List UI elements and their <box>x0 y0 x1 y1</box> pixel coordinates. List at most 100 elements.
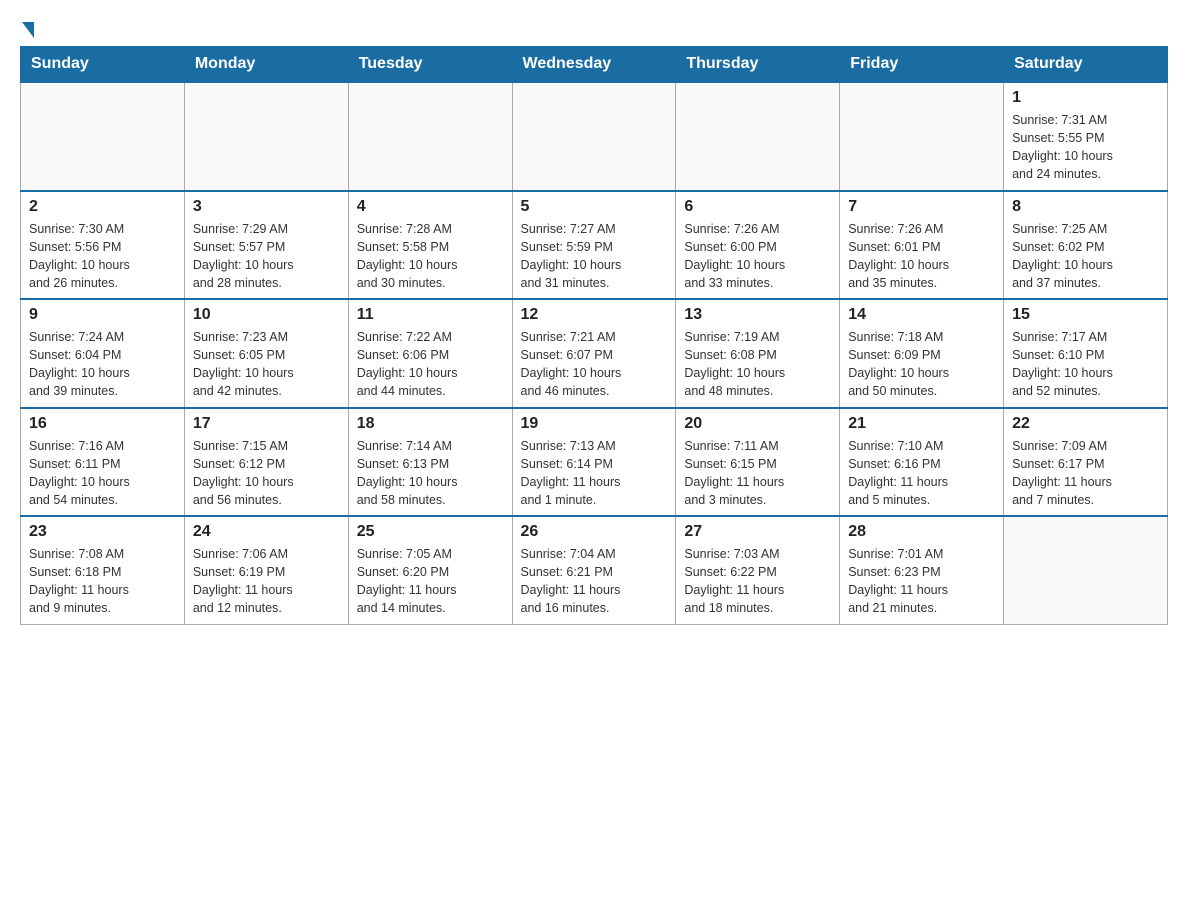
day-number: 2 <box>29 198 176 216</box>
calendar-cell: 12 Sunrise: 7:21 AM Sunset: 6:07 PM Dayli… <box>512 299 676 408</box>
calendar-week-row: 23 Sunrise: 7:08 AM Sunset: 6:18 PM Dayli… <box>21 516 1168 624</box>
calendar-cell: 15Sunrise: 7:17 AM Sunset: 6:10 PM Dayli… <box>1004 299 1168 408</box>
calendar-cell: 22 Sunrise: 7:09 AM Sunset: 6:17 PM Dayli… <box>1004 408 1168 517</box>
day-info: Sunrise: 7:09 AM Sunset: 6:17 PM Dayligh… <box>1012 437 1159 510</box>
day-info: Sunrise: 7:19 AM Sunset: 6:08 PM Dayligh… <box>684 328 831 401</box>
day-number: 24 <box>193 523 340 541</box>
weekday-header-saturday: Saturday <box>1004 47 1168 83</box>
calendar-week-row: 1 Sunrise: 7:31 AM Sunset: 5:55 PM Daylig… <box>21 82 1168 191</box>
calendar-cell: 17 Sunrise: 7:15 AM Sunset: 6:12 PM Dayli… <box>184 408 348 517</box>
day-number: 5 <box>521 198 668 216</box>
day-info: Sunrise: 7:18 AM Sunset: 6:09 PM Dayligh… <box>848 328 995 401</box>
logo-arrow-icon <box>22 22 34 38</box>
calendar-cell: 9 Sunrise: 7:24 AM Sunset: 6:04 PM Daylig… <box>21 299 185 408</box>
calendar-cell: 10 Sunrise: 7:23 AM Sunset: 6:05 PM Dayli… <box>184 299 348 408</box>
day-number: 4 <box>357 198 504 216</box>
calendar-cell: 28 Sunrise: 7:01 AM Sunset: 6:23 PM Dayli… <box>840 516 1004 624</box>
day-info: Sunrise: 7:21 AM Sunset: 6:07 PM Dayligh… <box>521 328 668 401</box>
logo <box>20 20 36 36</box>
calendar-cell: 8Sunrise: 7:25 AM Sunset: 6:02 PM Daylig… <box>1004 191 1168 300</box>
weekday-header-wednesday: Wednesday <box>512 47 676 83</box>
calendar-table: SundayMondayTuesdayWednesdayThursdayFrid… <box>20 46 1168 625</box>
weekday-header-friday: Friday <box>840 47 1004 83</box>
day-info: Sunrise: 7:01 AM Sunset: 6:23 PM Dayligh… <box>848 545 995 618</box>
day-number: 17 <box>193 415 340 433</box>
calendar-cell: 3 Sunrise: 7:29 AM Sunset: 5:57 PM Daylig… <box>184 191 348 300</box>
calendar-week-row: 16 Sunrise: 7:16 AM Sunset: 6:11 PM Dayli… <box>21 408 1168 517</box>
day-info: Sunrise: 7:26 AM Sunset: 6:01 PM Dayligh… <box>848 220 995 293</box>
calendar-cell <box>676 82 840 191</box>
day-info: Sunrise: 7:29 AM Sunset: 5:57 PM Dayligh… <box>193 220 340 293</box>
day-number: 16 <box>29 415 176 433</box>
day-info: Sunrise: 7:27 AM Sunset: 5:59 PM Dayligh… <box>521 220 668 293</box>
day-info: Sunrise: 7:04 AM Sunset: 6:21 PM Dayligh… <box>521 545 668 618</box>
calendar-cell: 14 Sunrise: 7:18 AM Sunset: 6:09 PM Dayli… <box>840 299 1004 408</box>
day-number: 10 <box>193 306 340 324</box>
day-number: 6 <box>684 198 831 216</box>
day-number: 7 <box>848 198 995 216</box>
calendar-cell <box>184 82 348 191</box>
day-info: Sunrise: 7:23 AM Sunset: 6:05 PM Dayligh… <box>193 328 340 401</box>
day-info: Sunrise: 7:22 AM Sunset: 6:06 PM Dayligh… <box>357 328 504 401</box>
calendar-cell: 23 Sunrise: 7:08 AM Sunset: 6:18 PM Dayli… <box>21 516 185 624</box>
day-number: 22 <box>1012 415 1159 433</box>
day-info: Sunrise: 7:06 AM Sunset: 6:19 PM Dayligh… <box>193 545 340 618</box>
day-info: Sunrise: 7:26 AM Sunset: 6:00 PM Dayligh… <box>684 220 831 293</box>
day-number: 11 <box>357 306 504 324</box>
calendar-cell <box>1004 516 1168 624</box>
calendar-cell: 25Sunrise: 7:05 AM Sunset: 6:20 PM Dayli… <box>348 516 512 624</box>
calendar-cell: 2 Sunrise: 7:30 AM Sunset: 5:56 PM Daylig… <box>21 191 185 300</box>
weekday-header-tuesday: Tuesday <box>348 47 512 83</box>
day-number: 9 <box>29 306 176 324</box>
day-number: 8 <box>1012 198 1159 216</box>
day-number: 23 <box>29 523 176 541</box>
day-number: 3 <box>193 198 340 216</box>
day-info: Sunrise: 7:15 AM Sunset: 6:12 PM Dayligh… <box>193 437 340 510</box>
day-number: 15 <box>1012 306 1159 324</box>
calendar-cell: 11 Sunrise: 7:22 AM Sunset: 6:06 PM Dayli… <box>348 299 512 408</box>
day-number: 12 <box>521 306 668 324</box>
calendar-cell: 26Sunrise: 7:04 AM Sunset: 6:21 PM Dayli… <box>512 516 676 624</box>
day-number: 28 <box>848 523 995 541</box>
calendar-cell: 13 Sunrise: 7:19 AM Sunset: 6:08 PM Dayli… <box>676 299 840 408</box>
day-number: 14 <box>848 306 995 324</box>
day-info: Sunrise: 7:28 AM Sunset: 5:58 PM Dayligh… <box>357 220 504 293</box>
day-number: 13 <box>684 306 831 324</box>
calendar-cell: 27Sunrise: 7:03 AM Sunset: 6:22 PM Dayli… <box>676 516 840 624</box>
day-info: Sunrise: 7:31 AM Sunset: 5:55 PM Dayligh… <box>1012 111 1159 184</box>
weekday-header-thursday: Thursday <box>676 47 840 83</box>
calendar-cell <box>840 82 1004 191</box>
calendar-cell: 1 Sunrise: 7:31 AM Sunset: 5:55 PM Daylig… <box>1004 82 1168 191</box>
day-info: Sunrise: 7:24 AM Sunset: 6:04 PM Dayligh… <box>29 328 176 401</box>
calendar-cell <box>512 82 676 191</box>
calendar-cell: 18 Sunrise: 7:14 AM Sunset: 6:13 PM Dayli… <box>348 408 512 517</box>
day-info: Sunrise: 7:30 AM Sunset: 5:56 PM Dayligh… <box>29 220 176 293</box>
day-info: Sunrise: 7:10 AM Sunset: 6:16 PM Dayligh… <box>848 437 995 510</box>
day-info: Sunrise: 7:08 AM Sunset: 6:18 PM Dayligh… <box>29 545 176 618</box>
calendar-header-row: SundayMondayTuesdayWednesdayThursdayFrid… <box>21 47 1168 83</box>
calendar-cell: 24 Sunrise: 7:06 AM Sunset: 6:19 PM Dayli… <box>184 516 348 624</box>
day-number: 27 <box>684 523 831 541</box>
day-number: 19 <box>521 415 668 433</box>
day-number: 1 <box>1012 89 1159 107</box>
calendar-cell: 7 Sunrise: 7:26 AM Sunset: 6:01 PM Daylig… <box>840 191 1004 300</box>
calendar-cell: 21 Sunrise: 7:10 AM Sunset: 6:16 PM Dayli… <box>840 408 1004 517</box>
day-info: Sunrise: 7:05 AM Sunset: 6:20 PM Dayligh… <box>357 545 504 618</box>
weekday-header-sunday: Sunday <box>21 47 185 83</box>
calendar-cell: 19Sunrise: 7:13 AM Sunset: 6:14 PM Dayli… <box>512 408 676 517</box>
calendar-week-row: 9 Sunrise: 7:24 AM Sunset: 6:04 PM Daylig… <box>21 299 1168 408</box>
day-info: Sunrise: 7:16 AM Sunset: 6:11 PM Dayligh… <box>29 437 176 510</box>
calendar-cell <box>21 82 185 191</box>
calendar-cell: 6 Sunrise: 7:26 AM Sunset: 6:00 PM Daylig… <box>676 191 840 300</box>
page-header <box>20 20 1168 36</box>
day-number: 18 <box>357 415 504 433</box>
day-info: Sunrise: 7:14 AM Sunset: 6:13 PM Dayligh… <box>357 437 504 510</box>
calendar-week-row: 2 Sunrise: 7:30 AM Sunset: 5:56 PM Daylig… <box>21 191 1168 300</box>
calendar-cell: 16 Sunrise: 7:16 AM Sunset: 6:11 PM Dayli… <box>21 408 185 517</box>
day-number: 21 <box>848 415 995 433</box>
weekday-header-monday: Monday <box>184 47 348 83</box>
day-info: Sunrise: 7:11 AM Sunset: 6:15 PM Dayligh… <box>684 437 831 510</box>
calendar-cell: 4 Sunrise: 7:28 AM Sunset: 5:58 PM Daylig… <box>348 191 512 300</box>
calendar-cell: 20Sunrise: 7:11 AM Sunset: 6:15 PM Dayli… <box>676 408 840 517</box>
calendar-cell: 5 Sunrise: 7:27 AM Sunset: 5:59 PM Daylig… <box>512 191 676 300</box>
